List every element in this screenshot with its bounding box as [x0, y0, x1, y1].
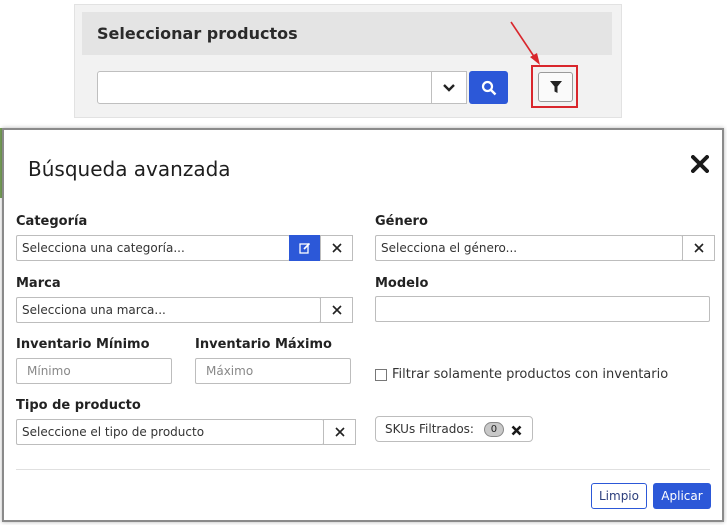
skus-clear-button[interactable] [511, 421, 522, 440]
modelo-input[interactable] [375, 296, 710, 322]
filtrar-inventario-row[interactable]: Filtrar solamente productos con inventar… [375, 367, 668, 382]
filtrar-inventario-checkbox[interactable] [375, 368, 387, 381]
advanced-search-modal [2, 128, 724, 522]
modal-close-button[interactable] [686, 150, 714, 178]
tipo-producto-clear-button[interactable] [323, 419, 356, 445]
clear-icon [334, 427, 345, 437]
marca-select[interactable]: Selecciona una marca... [16, 297, 321, 323]
tipo-producto-select[interactable]: Seleccione el tipo de producto [16, 419, 324, 445]
inventario-maximo-input[interactable]: Máximo [195, 358, 351, 384]
inventario-minimo-input[interactable]: Mínimo [16, 358, 172, 384]
categoria-label: Categoría [16, 214, 88, 229]
skus-count-badge: 0 [483, 421, 504, 437]
filtrar-inventario-label: Filtrar solamente productos con inventar… [392, 367, 669, 382]
genero-clear-button[interactable] [682, 235, 715, 261]
aplicar-button[interactable]: Aplicar [653, 483, 711, 509]
close-icon [691, 155, 709, 173]
skus-filtrados-label: SKUs Filtrados: [385, 422, 474, 436]
footer-divider [16, 469, 710, 470]
clear-icon [331, 305, 342, 315]
limpio-button[interactable]: Limpio [591, 483, 647, 509]
modelo-label: Modelo [375, 276, 429, 291]
marca-label: Marca [16, 276, 61, 291]
inventario-minimo-label: Inventario Mínimo [16, 337, 150, 352]
modal-title: Búsqueda avanzada [28, 157, 231, 181]
clear-icon [693, 243, 704, 253]
inventario-maximo-label: Inventario Máximo [195, 337, 332, 352]
clear-icon [511, 425, 522, 436]
clear-icon [331, 243, 342, 253]
genero-label: Género [375, 214, 428, 229]
categoria-edit-button[interactable] [289, 235, 320, 261]
categoria-select[interactable]: Selecciona una categoría... [16, 235, 290, 261]
genero-select[interactable]: Selecciona el género... [375, 235, 683, 261]
edit-icon [298, 242, 310, 254]
marca-clear-button[interactable] [320, 297, 353, 323]
skus-filtrados-pill: SKUs Filtrados: 0 [375, 416, 533, 442]
annotation-arrow [510, 21, 540, 65]
tipo-producto-label: Tipo de producto [16, 398, 141, 413]
categoria-clear-button[interactable] [320, 235, 353, 261]
